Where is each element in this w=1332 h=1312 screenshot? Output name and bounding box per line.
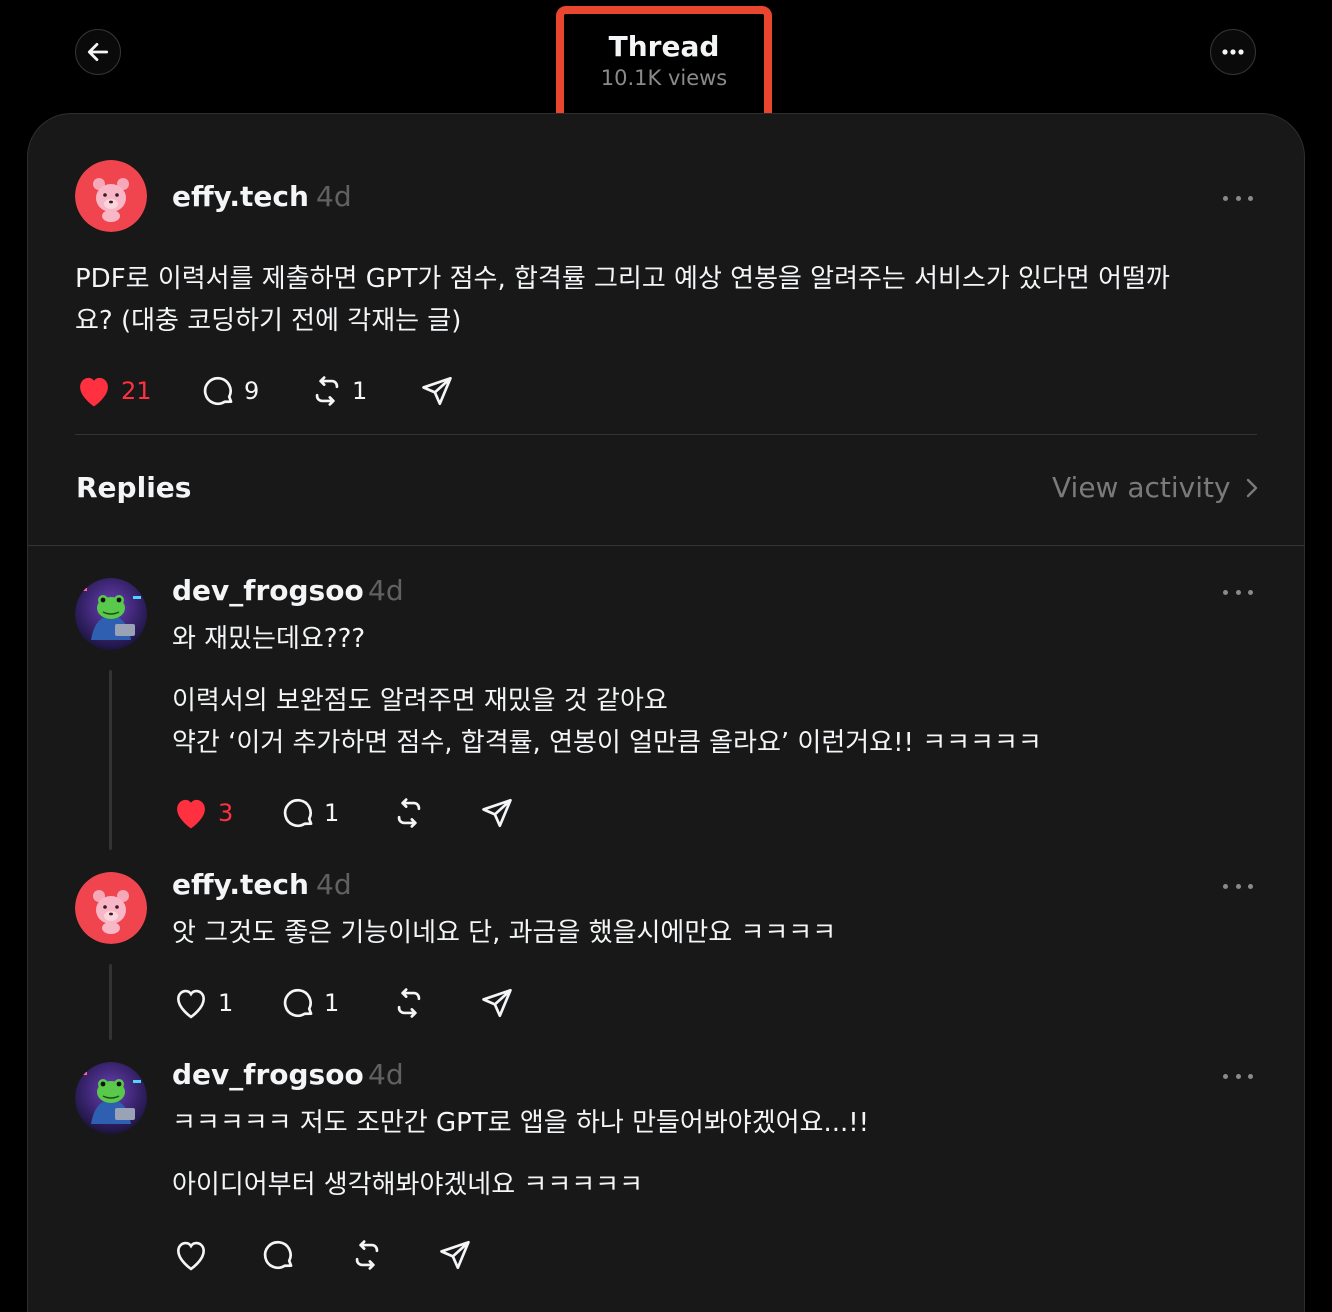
reply-time: 4d (368, 1058, 404, 1091)
thread-connector (109, 670, 112, 850)
arrow-left-icon (87, 43, 109, 61)
comment-icon (283, 988, 313, 1018)
avatar[interactable] (75, 578, 147, 650)
comment-icon (263, 1240, 293, 1270)
post-username[interactable]: effy.tech (172, 180, 309, 214)
reply-comment-button[interactable]: 1 (282, 796, 339, 830)
comment-icon (283, 798, 313, 828)
page-title: Thread (608, 30, 720, 63)
post-like-button[interactable]: 21 (75, 374, 152, 408)
repost-icon (355, 1240, 379, 1270)
ellipsis-icon (1222, 49, 1244, 55)
post-comment-button[interactable]: 9 (202, 374, 259, 408)
reply-text-line-1: ㅋㅋㅋㅋㅋ 저도 조만간 GPT로 앱을 하나 만들어봐야겠어요...!! (172, 1108, 870, 1138)
chevron-right-icon (1246, 478, 1257, 498)
reply-text-line-1: 앗 그것도 좋은 기능이네요 단, 과금을 했을시에만요 ㅋㅋㅋㅋ (172, 918, 837, 948)
reply-text-line-3: 약간 ‘이거 추가하면 점수, 합격률, 연봉이 얼만큼 올라요’ 이런거요!!… (172, 728, 1042, 758)
reply-username[interactable]: dev_frogsoo (172, 574, 364, 608)
reply-comment-button[interactable] (262, 1238, 296, 1272)
reply-like-button[interactable]: 1 (172, 986, 233, 1020)
thread-page: Thread 10.1K views effy.tech 4d PDF로 이력서… (0, 0, 1332, 1312)
reply-text-line-1: 와 재밌는데요??? (172, 624, 366, 654)
thread-connector (109, 964, 112, 1040)
reply-more-icon[interactable] (1223, 582, 1253, 602)
repost-icon (397, 798, 421, 828)
reply-repost-button[interactable] (350, 1238, 384, 1272)
reply-more-icon[interactable] (1223, 876, 1253, 896)
reply-text-line-2: 아이디어부터 생각해봐야겠네요 ㅋㅋㅋㅋㅋ (172, 1170, 644, 1200)
send-icon (482, 988, 512, 1018)
avatar[interactable] (75, 1062, 147, 1134)
reply-comment-count: 1 (324, 989, 340, 1017)
pink-bear-avatar-icon (75, 160, 147, 232)
avatar[interactable] (75, 872, 147, 944)
reply-share-button[interactable] (438, 1238, 472, 1272)
reply-share-button[interactable] (480, 986, 514, 1020)
frog-hacker-avatar-icon (75, 1062, 147, 1134)
post-repost-button[interactable]: 1 (310, 374, 367, 408)
thread-header-highlight: Thread 10.1K views (556, 6, 772, 128)
post-text-line-1: PDF로 이력서를 제출하면 GPT가 점수, 합격률 그리고 예상 연봉을 알… (75, 264, 1170, 294)
post-share-button[interactable] (420, 374, 454, 408)
post-time: 4d (316, 180, 352, 213)
post-repost-count: 1 (352, 377, 368, 405)
post-comment-count: 9 (244, 377, 260, 405)
heart-filled-icon (80, 377, 108, 407)
repost-icon (315, 376, 339, 406)
avatar[interactable] (75, 160, 147, 232)
view-activity-label: View activity (1052, 471, 1231, 504)
post-more-icon[interactable] (1223, 188, 1253, 208)
reply-username[interactable]: effy.tech (172, 868, 309, 902)
heart-outline-icon (177, 989, 205, 1019)
heart-filled-icon (177, 799, 205, 829)
reply-comment-count: 1 (324, 799, 340, 827)
comment-icon (203, 376, 233, 406)
send-icon (482, 798, 512, 828)
reply-like-button[interactable]: 3 (172, 796, 233, 830)
more-options-button[interactable] (1210, 29, 1256, 75)
frog-hacker-avatar-icon (75, 578, 147, 650)
reply-time: 4d (368, 574, 404, 607)
post-divider (75, 434, 1257, 435)
repost-icon (397, 988, 421, 1018)
heart-outline-icon (177, 1241, 205, 1271)
reply-text-line-2: 이력서의 보완점도 알려주면 재밌을 것 같아요 (172, 686, 668, 716)
views-count: 10.1K views (600, 66, 728, 90)
replies-heading: Replies (76, 471, 192, 504)
reply-repost-button[interactable] (392, 796, 426, 830)
reply-like-button[interactable] (172, 1238, 210, 1272)
reply-time: 4d (316, 868, 352, 901)
reply-like-count: 3 (218, 799, 234, 827)
reply-share-button[interactable] (480, 796, 514, 830)
send-icon (440, 1240, 470, 1270)
reply-more-icon[interactable] (1223, 1066, 1253, 1086)
replies-divider (27, 545, 1305, 546)
reply-repost-button[interactable] (392, 986, 426, 1020)
pink-bear-avatar-icon (75, 872, 147, 944)
back-button[interactable] (75, 29, 121, 75)
send-icon (422, 376, 452, 406)
reply-like-count: 1 (218, 989, 234, 1017)
post-text-line-2: 요? (대충 코딩하기 전에 각재는 글) (75, 306, 462, 336)
reply-username[interactable]: dev_frogsoo (172, 1058, 364, 1092)
view-activity-link[interactable]: View activity (1052, 470, 1263, 506)
reply-comment-button[interactable]: 1 (282, 986, 339, 1020)
post-like-count: 21 (121, 377, 152, 405)
